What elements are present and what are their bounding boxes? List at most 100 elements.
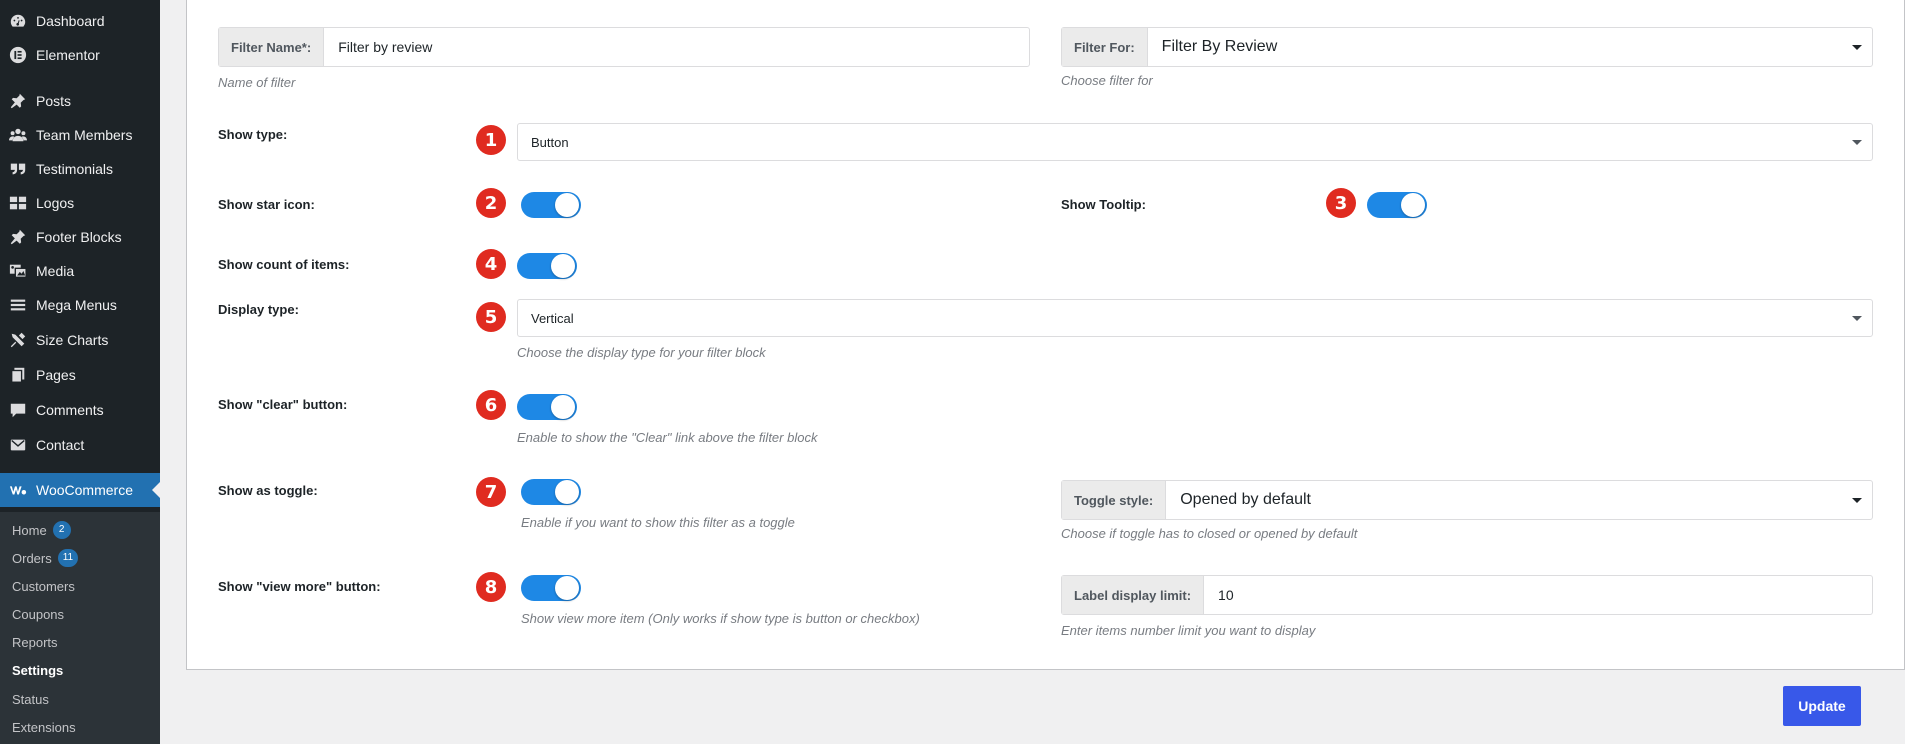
pages-icon: [8, 365, 28, 385]
toggle-style-help: Choose if toggle has to closed or opened…: [1061, 526, 1358, 541]
toggle-knob: [555, 480, 579, 504]
chevron-down-icon: [1852, 45, 1862, 50]
mail-icon: [8, 435, 28, 455]
show-clear-label: Show "clear" button:: [218, 397, 348, 412]
sidebar-item-label: Pages: [36, 367, 76, 383]
submenu-item-reports[interactable]: Reports: [12, 632, 58, 652]
submenu-item-orders[interactable]: Orders 11: [12, 548, 79, 568]
sidebar-item-label: WooCommerce: [36, 482, 133, 498]
sidebar-item-label: Team Members: [36, 127, 133, 143]
filter-name-field[interactable]: Filter Name*: Filter by review: [218, 27, 1030, 67]
show-count-toggle[interactable]: [517, 253, 577, 279]
sidebar-item-team-members[interactable]: Team Members: [0, 118, 160, 152]
show-type-label: Show type:: [218, 127, 288, 142]
sidebar-item-label: Elementor: [36, 47, 100, 63]
show-star-icon-toggle[interactable]: [521, 192, 581, 218]
label-display-limit-input[interactable]: 10: [1204, 576, 1872, 614]
comment-icon: [8, 400, 28, 420]
sidebar-item-contact[interactable]: Contact: [0, 428, 160, 462]
toggle-knob: [555, 193, 579, 217]
sidebar-item-media[interactable]: Media: [0, 254, 160, 288]
display-type-value: Vertical: [531, 310, 574, 326]
marker-7: 7: [476, 477, 506, 507]
sidebar-item-testimonials[interactable]: Testimonials: [0, 152, 160, 186]
sidebar-item-label: Size Charts: [36, 332, 109, 348]
sidebar-item-label: Contact: [36, 437, 85, 453]
filter-for-field[interactable]: Filter For: Filter By Review: [1061, 27, 1873, 67]
submenu-item-status[interactable]: Status: [12, 689, 49, 709]
submenu-item-settings[interactable]: Settings: [12, 660, 63, 680]
sidebar-item-pages[interactable]: Pages: [0, 358, 160, 392]
quote-icon: [8, 159, 28, 179]
toggle-style-label: Toggle style:: [1062, 481, 1167, 519]
pin-icon: [8, 227, 28, 247]
marker-2: 2: [476, 188, 506, 218]
submenu-item-label: Home: [12, 522, 47, 538]
show-as-toggle-toggle[interactable]: [521, 479, 581, 505]
sidebar-item-posts[interactable]: Posts: [0, 84, 160, 118]
marker-4: 4: [476, 249, 506, 279]
toggle-knob: [555, 576, 579, 600]
label-display-limit-field[interactable]: Label display limit: 10: [1061, 575, 1873, 615]
show-view-more-label: Show "view more" button:: [218, 579, 381, 594]
update-button[interactable]: Update: [1783, 686, 1861, 726]
toggle-style-value: Opened by default: [1180, 491, 1311, 508]
filter-name-input[interactable]: Filter by review: [324, 28, 1029, 66]
submenu-item-customers[interactable]: Customers: [12, 576, 75, 596]
sidebar-item-label: Dashboard: [36, 13, 105, 29]
toggle-knob: [1401, 193, 1425, 217]
submenu-item-home[interactable]: Home 2: [12, 520, 71, 540]
notification-badge: 11: [57, 549, 79, 567]
show-tooltip-toggle[interactable]: [1367, 192, 1427, 218]
show-count-label: Show count of items:: [218, 257, 350, 272]
active-indicator-arrow: [152, 482, 160, 498]
show-clear-help: Enable to show the "Clear" link above th…: [517, 430, 818, 445]
grid-icon: [8, 193, 28, 213]
show-type-select[interactable]: Button: [517, 123, 1873, 161]
users-icon: [8, 125, 28, 145]
toggle-style-select[interactable]: Opened by default: [1166, 481, 1872, 519]
show-as-toggle-help: Enable if you want to show this filter a…: [521, 515, 795, 530]
sidebar-item-elementor[interactable]: Elementor: [0, 38, 160, 72]
sidebar-item-woocommerce[interactable]: WooCommerce: [0, 473, 160, 507]
filter-settings-panel: Filter Name*: Filter by review Name of f…: [186, 0, 1905, 670]
admin-sidebar: Dashboard Elementor Posts Team Members T…: [0, 0, 160, 744]
show-star-icon-label: Show star icon:: [218, 197, 315, 212]
filter-for-select[interactable]: Filter By Review: [1148, 28, 1872, 66]
sidebar-item-comments[interactable]: Comments: [0, 393, 160, 427]
sidebar-item-label: Posts: [36, 93, 72, 109]
toggle-knob: [551, 395, 575, 419]
label-display-limit-label: Label display limit:: [1062, 576, 1205, 614]
show-tooltip-label: Show Tooltip:: [1061, 197, 1146, 212]
show-as-toggle-label: Show as toggle:: [218, 483, 318, 498]
sidebar-item-size-charts[interactable]: Size Charts: [0, 323, 160, 357]
show-clear-toggle[interactable]: [517, 394, 577, 420]
submenu-item-label: Orders: [12, 550, 52, 566]
filter-for-help: Choose filter for: [1061, 73, 1153, 88]
display-type-select[interactable]: Vertical: [517, 299, 1873, 337]
elementor-icon: [8, 45, 28, 65]
menu-icon: [8, 295, 28, 315]
tools-icon: [8, 330, 28, 350]
sidebar-item-dashboard[interactable]: Dashboard: [0, 4, 160, 38]
media-icon: [8, 261, 28, 281]
display-type-label: Display type:: [218, 302, 299, 317]
sidebar-item-logos[interactable]: Logos: [0, 186, 160, 220]
filter-name-help: Name of filter: [218, 75, 296, 90]
marker-8: 8: [476, 572, 506, 602]
toggle-style-field[interactable]: Toggle style: Opened by default: [1061, 480, 1873, 520]
dashboard-icon: [8, 11, 28, 31]
submenu-item-coupons[interactable]: Coupons: [12, 604, 64, 624]
chevron-down-icon: [1852, 498, 1862, 503]
marker-3: 3: [1326, 188, 1356, 218]
marker-5: 5: [476, 302, 506, 332]
chevron-down-icon: [1852, 140, 1862, 145]
submenu-item-extensions[interactable]: Extensions: [12, 717, 76, 737]
sidebar-item-mega-menus[interactable]: Mega Menus: [0, 288, 160, 322]
sidebar-item-footer-blocks[interactable]: Footer Blocks: [0, 220, 160, 254]
filter-for-value: Filter By Review: [1161, 38, 1278, 55]
sidebar-item-label: Mega Menus: [36, 297, 117, 313]
chevron-down-icon: [1852, 316, 1862, 321]
show-view-more-toggle[interactable]: [521, 575, 581, 601]
show-view-more-help: Show view more item (Only works if show …: [521, 611, 920, 626]
